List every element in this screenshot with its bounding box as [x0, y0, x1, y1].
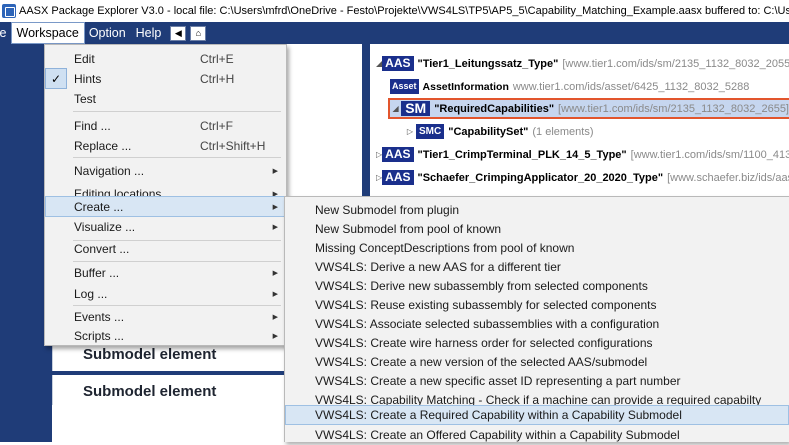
create-new-submodel-from-plugin[interactable]: New Submodel from plugin: [285, 200, 789, 220]
app-logo-icon: [2, 4, 16, 18]
menu-item-navigation[interactable]: Navigation ... ▶: [45, 160, 286, 181]
submenu-arrow-icon: ▶: [272, 167, 278, 175]
vws4ls-create-offered-capability[interactable]: VWS4LS: Create an Offered Capability wit…: [285, 425, 789, 445]
smc-badge: SMC: [416, 124, 445, 139]
submodel-element-card-empty[interactable]: [52, 405, 288, 442]
submenu-arrow-icon: ▶: [272, 203, 278, 211]
title-bar: AASX Package Explorer V3.0 - local file:…: [0, 0, 789, 22]
tree-row-submodel-selected[interactable]: ◢ SM "RequiredCapabilities" [www.tier1.c…: [388, 98, 789, 119]
menu-separator: [73, 157, 281, 158]
expand-arrow-icon[interactable]: ◢: [390, 104, 401, 113]
expand-arrow-icon[interactable]: ▷: [404, 127, 416, 136]
submenu-arrow-icon: ▶: [272, 223, 278, 231]
menu-item-scripts[interactable]: Scripts ... ▶: [45, 325, 286, 346]
home-icon[interactable]: ⌂: [190, 25, 207, 41]
back-arrow-icon[interactable]: ◀: [170, 25, 187, 41]
tree-item-name: AssetInformation: [422, 80, 509, 93]
menu-bar: ile Workspace Option Help ◀ ⌂: [0, 22, 789, 44]
menu-item-events[interactable]: Events ... ▶: [45, 306, 286, 327]
create-submenu: New Submodel from plugin New Submodel fr…: [284, 196, 789, 442]
tree-item-name: "Schaefer_CrimpingApplicator_20_2020_Typ…: [417, 171, 664, 184]
menu-help[interactable]: Help: [131, 23, 167, 43]
sm-badge: SM: [401, 101, 431, 116]
vws4ls-reuse-existing-subassembly[interactable]: VWS4LS: Reuse existing subassembly for s…: [285, 295, 789, 315]
create-missing-concept-descriptions[interactable]: Missing ConceptDescriptions from pool of…: [285, 238, 789, 258]
tree-item-id: www.tier1.com/ids/asset/6425_1132_8032_5…: [512, 80, 750, 93]
vws4ls-create-new-version[interactable]: VWS4LS: Create a new version of the sele…: [285, 352, 789, 372]
menu-item-buffer[interactable]: Buffer ... ▶: [45, 262, 286, 283]
menu-item-create[interactable]: Create ... ▶: [45, 196, 286, 217]
tree-item-id: [www.schaefer.biz/ids/aas/84: [667, 171, 789, 184]
aas-badge: AAS: [382, 147, 414, 162]
tree-item-name: "CapabilitySet": [448, 125, 529, 138]
tree-row-aas[interactable]: ▷ AAS "Schaefer_CrimpingApplicator_20_20…: [376, 168, 789, 187]
tree-row-asset[interactable]: Asset AssetInformation www.tier1.com/ids…: [390, 77, 789, 96]
menu-item-find[interactable]: Find ... Ctrl+F: [45, 115, 286, 136]
window-title: AASX Package Explorer V3.0 - local file:…: [19, 5, 789, 17]
submenu-arrow-icon: ▶: [272, 290, 278, 298]
menu-item-replace[interactable]: Replace ... Ctrl+Shift+H: [45, 135, 286, 156]
tree-row-smc[interactable]: ▷ SMC "CapabilitySet" (1 elements): [404, 122, 789, 141]
vws4ls-create-required-capability[interactable]: VWS4LS: Create a Required Capability wit…: [285, 405, 789, 425]
submodel-element-card[interactable]: Submodel element: [52, 375, 288, 409]
menu-workspace[interactable]: Workspace: [10, 22, 85, 44]
menu-item-hints[interactable]: ✓ Hints Ctrl+H: [45, 68, 286, 89]
workspace-menu: Edit Ctrl+E ✓ Hints Ctrl+H Test Find ...…: [44, 44, 287, 346]
menu-item-visualize[interactable]: Visualize ... ▶: [45, 216, 286, 237]
aas-badge: AAS: [382, 170, 414, 185]
tree-item-id: [www.tier1.com/ids/sm/2135_1132_8032_265…: [558, 102, 789, 115]
tree-item-id: [www.tier1.com/ids/sm/2135_1132_8032_205…: [562, 57, 789, 70]
vws4ls-associate-subassemblies[interactable]: VWS4LS: Associate selected subassemblies…: [285, 314, 789, 334]
checkmark-icon: ✓: [45, 68, 67, 89]
tree-item-name: "Tier1_CrimpTerminal_PLK_14_5_Type": [417, 148, 627, 161]
aas-badge: AAS: [382, 56, 414, 71]
submenu-arrow-icon: ▶: [272, 332, 278, 340]
vws4ls-create-specific-asset-id[interactable]: VWS4LS: Create a new specific asset ID r…: [285, 371, 789, 391]
menu-item-convert[interactable]: Convert ...: [45, 238, 286, 259]
vws4ls-derive-new-subassembly[interactable]: VWS4LS: Derive new subassembly from sele…: [285, 276, 789, 296]
menu-file[interactable]: ile: [0, 23, 12, 43]
tree-item-count: (1 elements): [532, 125, 594, 138]
create-new-submodel-from-pool[interactable]: New Submodel from pool of known: [285, 219, 789, 239]
tree-item-id: [www.tier1.com/ids/sm/1100_4132_80: [630, 148, 789, 161]
menu-item-test[interactable]: Test: [45, 88, 286, 109]
tree-row-aas[interactable]: ▷ AAS "Tier1_CrimpTerminal_PLK_14_5_Type…: [376, 145, 789, 164]
tree-item-name: "RequiredCapabilities": [434, 102, 555, 115]
menu-option[interactable]: Option: [84, 23, 131, 43]
menu-separator: [73, 111, 281, 112]
vws4ls-create-wire-harness-order[interactable]: VWS4LS: Create wire harness order for se…: [285, 333, 789, 353]
asset-badge: Asset: [390, 79, 419, 94]
menu-item-edit[interactable]: Edit Ctrl+E: [45, 48, 286, 69]
tree-item-name: "Tier1_Leitungssatz_Type": [417, 57, 559, 70]
vws4ls-derive-new-aas[interactable]: VWS4LS: Derive a new AAS for a different…: [285, 257, 789, 277]
menu-item-log[interactable]: Log ... ▶: [45, 283, 286, 304]
submenu-arrow-icon: ▶: [272, 313, 278, 321]
tree-row-aas[interactable]: ◢ AAS "Tier1_Leitungssatz_Type" [www.tie…: [376, 54, 789, 73]
submenu-arrow-icon: ▶: [272, 269, 278, 277]
